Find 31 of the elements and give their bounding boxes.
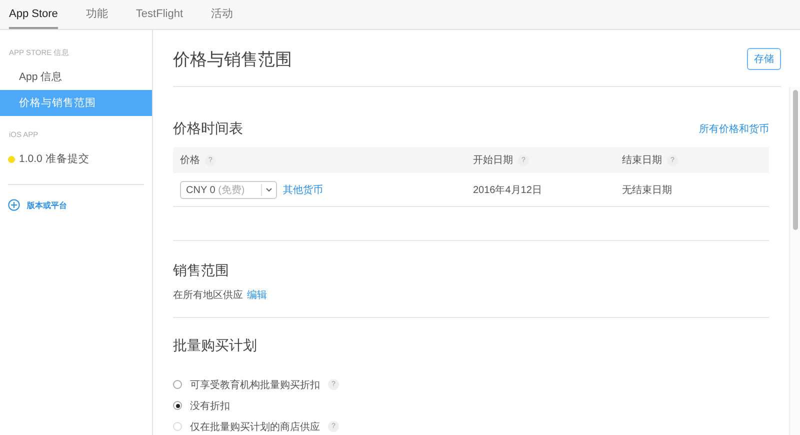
radio-button[interactable] (173, 380, 182, 389)
add-icon[interactable] (8, 199, 20, 211)
section-title: 销售范围 (173, 262, 230, 280)
nav-tab[interactable]: 功能 (86, 0, 108, 29)
add-version-link[interactable]: 版本或平台 (27, 200, 67, 210)
section-title: 批量购买计划 (173, 337, 258, 355)
column-label: 结束日期 (622, 154, 662, 167)
scrollbar[interactable] (789, 87, 800, 435)
sidebar-item[interactable]: 价格与销售范围 (0, 90, 152, 116)
nav-tab[interactable]: App Store (9, 0, 58, 29)
nav-tab[interactable]: TestFlight (136, 0, 183, 29)
all-prices-link[interactable]: 所有价格和货币 (699, 122, 769, 136)
save-button[interactable]: 存储 (747, 48, 781, 70)
price-dropdown[interactable]: CNY 0 (免费) (180, 180, 277, 198)
table-cell-text: 无结束日期 (622, 184, 672, 196)
column-label: 开始日期 (473, 154, 513, 167)
sidebar-item[interactable]: 1.0.0 准备提交 (0, 146, 152, 172)
chevron-icon (266, 188, 272, 192)
other-currency-link[interactable]: 其他货币 (283, 182, 323, 196)
section-title: 价格时间表 (173, 120, 243, 138)
sidebar-item[interactable]: App 信息 (0, 64, 152, 90)
option-label: 仅在批量购买计划的商店供应 (190, 420, 320, 434)
table-cell-text: 2016年4月12日 (473, 184, 542, 196)
option-label: 没有折扣 (190, 400, 230, 412)
option-label: 可享受教育机构批量购买折扣 (190, 378, 320, 392)
column-label: 价格 (180, 154, 200, 167)
edit-link[interactable]: 编辑 (247, 288, 267, 302)
page-title: 价格与销售范围 (173, 48, 292, 70)
nav-tab[interactable]: 活动 (211, 0, 233, 29)
availability-text: 在所有地区供应 (173, 288, 243, 302)
radio-button[interactable] (173, 401, 182, 410)
